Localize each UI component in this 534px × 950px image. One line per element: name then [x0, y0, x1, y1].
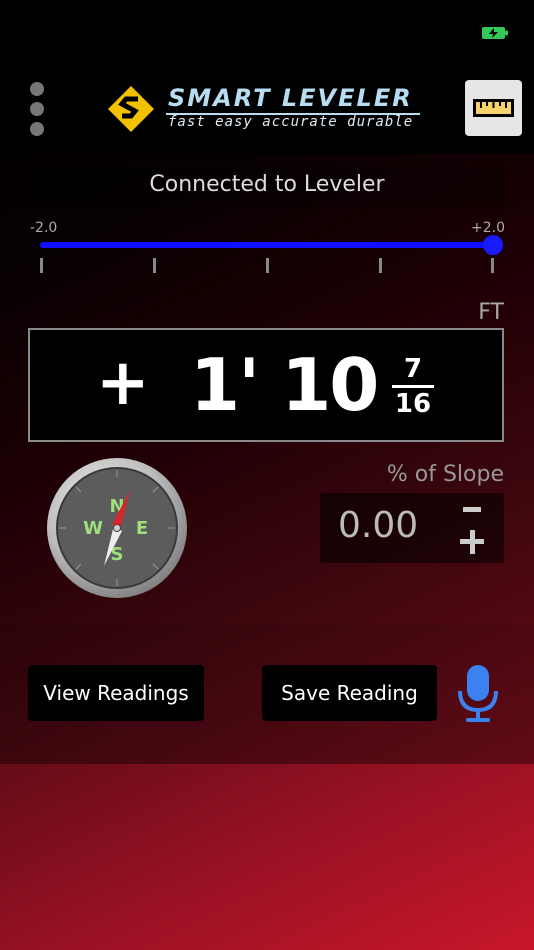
compass-east: E	[136, 518, 148, 539]
slider-tick	[379, 258, 382, 273]
status-bar	[0, 0, 534, 64]
slider-tick	[266, 258, 269, 273]
level-slider[interactable]	[40, 242, 494, 248]
slope-decrease-button[interactable]	[463, 507, 481, 512]
slope-value: 0.00	[338, 505, 419, 546]
compass-west: W	[83, 518, 103, 539]
brand-tagline: fast easy accurate durable	[168, 114, 414, 130]
compass-icon: N S E W	[47, 458, 187, 598]
reading-sign: +	[96, 346, 150, 420]
more-vertical-icon[interactable]	[28, 82, 46, 138]
microphone-icon[interactable]	[456, 664, 500, 724]
slider-tick	[153, 258, 156, 273]
save-reading-button[interactable]: Save Reading	[262, 665, 437, 721]
view-readings-button[interactable]: View Readings	[28, 665, 204, 721]
ruler-button[interactable]	[465, 80, 522, 136]
battery-charging-icon	[482, 27, 508, 39]
reading-feet-inches: 1' 10	[190, 343, 379, 427]
slope-label: % of Slope	[386, 462, 504, 487]
range-min-label: -2.0	[30, 220, 58, 236]
connection-status: Connected to Leveler	[149, 172, 385, 197]
ruler-icon	[473, 99, 514, 117]
slider-tick	[40, 258, 43, 273]
fraction-denominator: 16	[394, 389, 432, 419]
brand-name: SMART LEVELER	[168, 84, 413, 112]
slope-increase-button[interactable]	[460, 530, 484, 554]
fraction-numerator: 7	[403, 354, 423, 384]
unit-label: FT	[478, 300, 504, 325]
fraction-bar	[392, 385, 434, 388]
smart-leveler-logo-icon	[108, 86, 154, 132]
slider-tick	[491, 258, 494, 273]
range-max-label: +2.0	[471, 220, 505, 236]
level-slider-thumb[interactable]	[483, 235, 503, 255]
